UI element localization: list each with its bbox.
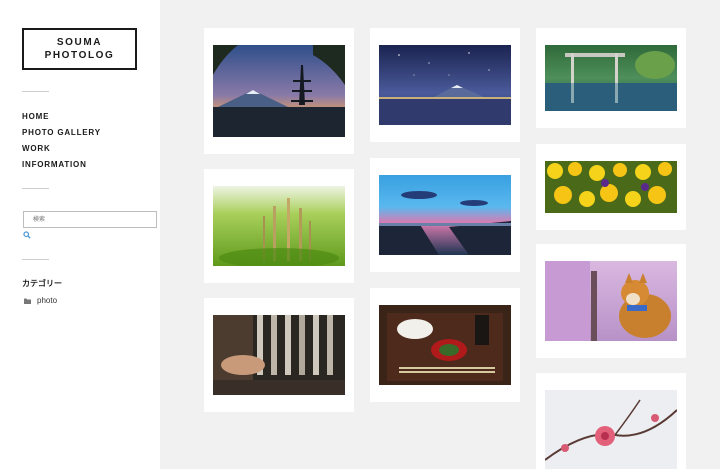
gallery-card[interactable] [370,28,520,142]
site-title-line1: SOUMA [56,37,103,48]
photo-mount-fuji-pagoda[interactable] [213,45,345,137]
photo-image [213,45,345,137]
photo-image [545,261,677,341]
photo-image [213,186,345,266]
photo-kitchen-hands[interactable] [213,315,345,395]
photo-image [379,45,511,125]
photo-mount-fuji-night[interactable] [379,45,511,125]
photo-blue-dusk[interactable] [379,175,511,255]
photo-grass-sprouts[interactable] [213,186,345,266]
divider [22,188,49,189]
divider [22,259,49,260]
gallery-card[interactable] [536,144,686,230]
page: SOUMA PHOTOLOG HOME PHOTO GALLERY WORK I… [0,0,720,469]
search-icon[interactable] [23,231,31,239]
sidebar: SOUMA PHOTOLOG HOME PHOTO GALLERY WORK I… [0,0,160,469]
gallery-card[interactable] [204,169,354,283]
gallery-card[interactable] [536,244,686,358]
gallery-card[interactable] [204,298,354,412]
photo-shiba-dog[interactable] [545,261,677,341]
category-item-photo[interactable]: photo [24,296,57,305]
search-input[interactable] [23,211,157,228]
nav-item-photo-gallery[interactable]: PHOTO GALLERY [22,127,101,143]
photo-plum-blossom[interactable] [545,390,677,469]
gallery-card[interactable] [536,373,686,469]
photo-image [545,45,677,111]
photo-image [545,390,677,469]
photo-torii-reflection[interactable] [545,45,677,111]
gallery-card[interactable] [204,28,354,154]
gallery-card[interactable] [370,288,520,402]
categories-heading: カテゴリー [22,279,62,288]
photo-image [545,161,677,213]
gallery-card[interactable] [536,28,686,128]
photo-image [379,305,511,385]
divider [22,91,49,92]
site-logo[interactable]: SOUMA PHOTOLOG [22,28,137,70]
category-label: photo [37,296,58,305]
photo-image [379,175,511,255]
gallery-card[interactable] [370,158,520,272]
nav-item-home[interactable]: HOME [22,111,101,127]
photo-yellow-pansies[interactable] [545,161,677,213]
nav-item-information[interactable]: INFORMATION [22,159,101,175]
photo-image [213,315,345,395]
photo-japanese-meal[interactable] [379,305,511,385]
nav-item-work[interactable]: WORK [22,143,101,159]
site-title-line2: PHOTOLOG [44,50,115,61]
main-nav: HOME PHOTO GALLERY WORK INFORMATION [22,111,101,175]
folder-icon [24,298,31,304]
